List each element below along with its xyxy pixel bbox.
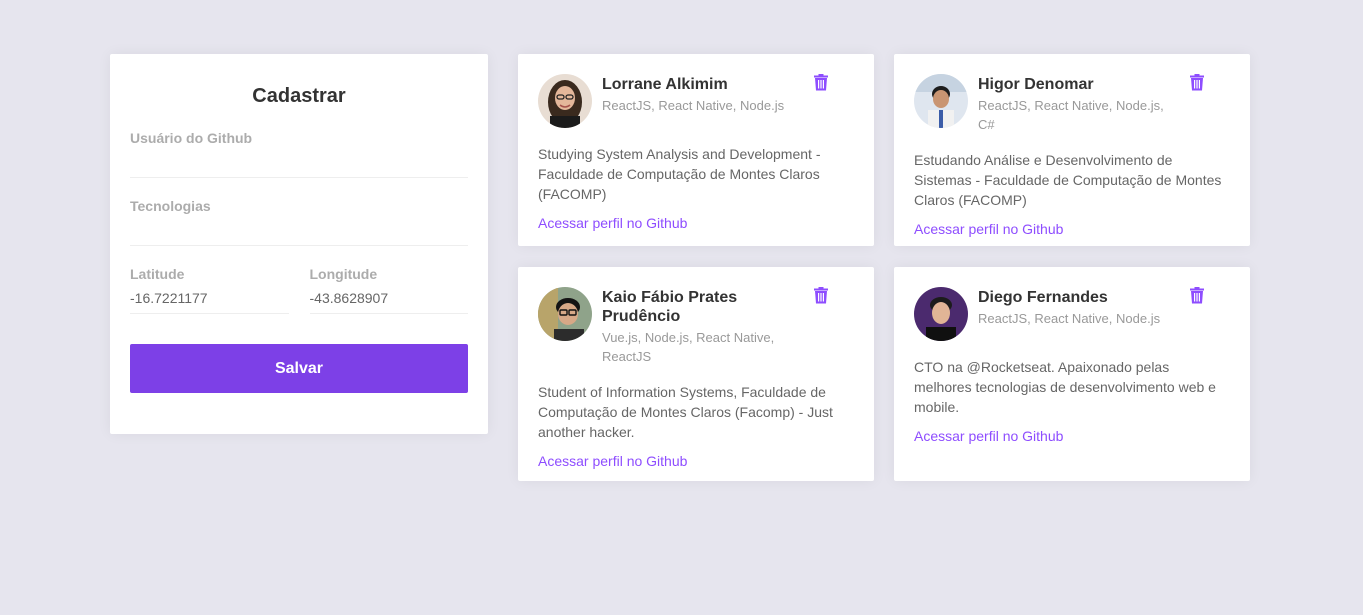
dev-bio: Estudando Análise e Desenvolvimento de S… (914, 152, 1222, 208)
dev-techs: ReactJS, React Native, Node.js (602, 98, 785, 113)
avatar (538, 74, 592, 128)
user-info: Higor Denomar ReactJS, React Native, Nod… (978, 74, 1178, 134)
user-info: Diego Fernandes ReactJS, React Native, N… (978, 287, 1178, 328)
user-info: Kaio Fábio Prates Prudêncio Vue.js, Node… (602, 287, 802, 366)
techs-label: Tecnologias (130, 198, 211, 214)
github-profile-link[interactable]: Acessar perfil no Github (538, 453, 687, 469)
dev-name: Higor Denomar (978, 76, 1094, 93)
trash-icon[interactable] (1190, 287, 1206, 305)
user-info: Lorrane Alkimim ReactJS, React Native, N… (602, 74, 802, 115)
form-title: Cadastrar (252, 85, 346, 107)
longitude-field: Longitude (309, 266, 468, 314)
dev-bio: Studying System Analysis and Development… (538, 146, 821, 202)
save-button[interactable]: Salvar (130, 344, 468, 393)
coords-row: Latitude Longitude (130, 266, 468, 314)
latitude-label: Latitude (130, 266, 185, 282)
dev-name: Diego Fernandes (978, 289, 1108, 306)
dev-card: Kaio Fábio Prates Prudêncio Vue.js, Node… (518, 267, 874, 481)
register-form-card: Cadastrar Usuário do Github Tecnologias … (110, 54, 488, 434)
dev-card-header: Lorrane Alkimim ReactJS, React Native, N… (538, 74, 854, 128)
github-username-field: Usuário do Github (130, 130, 468, 178)
dev-card-header: Diego Fernandes ReactJS, React Native, N… (914, 287, 1230, 341)
dev-name: Lorrane Alkimim (602, 76, 728, 93)
trash-icon[interactable] (814, 287, 830, 305)
github-profile-link[interactable]: Acessar perfil no Github (914, 428, 1063, 444)
github-profile-link[interactable]: Acessar perfil no Github (914, 221, 1063, 237)
dev-card-header: Kaio Fábio Prates Prudêncio Vue.js, Node… (538, 287, 854, 366)
dev-techs: ReactJS, React Native, Node.js, C# (978, 98, 1164, 132)
dev-techs: ReactJS, React Native, Node.js (978, 311, 1161, 326)
trash-icon[interactable] (814, 74, 830, 92)
avatar (914, 287, 968, 341)
latitude-field: Latitude (130, 266, 289, 314)
dev-card: Higor Denomar ReactJS, React Native, Nod… (894, 54, 1250, 246)
dev-techs: Vue.js, Node.js, React Native, ReactJS (602, 330, 775, 364)
techs-input[interactable] (130, 214, 468, 246)
techs-field: Tecnologias (130, 198, 468, 246)
longitude-label: Longitude (309, 266, 378, 282)
avatar (914, 74, 968, 128)
github-profile-link[interactable]: Acessar perfil no Github (538, 215, 687, 231)
trash-icon[interactable] (1190, 74, 1206, 92)
dev-bio: CTO na @Rocketseat. Apaixonado pelas mel… (914, 359, 1216, 415)
avatar (538, 287, 592, 341)
github-username-input[interactable] (130, 146, 468, 178)
longitude-input[interactable] (309, 282, 468, 314)
latitude-input[interactable] (130, 282, 289, 314)
dev-card-header: Higor Denomar ReactJS, React Native, Nod… (914, 74, 1230, 134)
github-username-label: Usuário do Github (130, 130, 253, 146)
dev-bio: Student of Information Systems, Faculdad… (538, 384, 833, 440)
dev-card: Lorrane Alkimim ReactJS, React Native, N… (518, 54, 874, 246)
dev-name: Kaio Fábio Prates Prudêncio (602, 289, 738, 325)
dev-card: Diego Fernandes ReactJS, React Native, N… (894, 267, 1250, 481)
